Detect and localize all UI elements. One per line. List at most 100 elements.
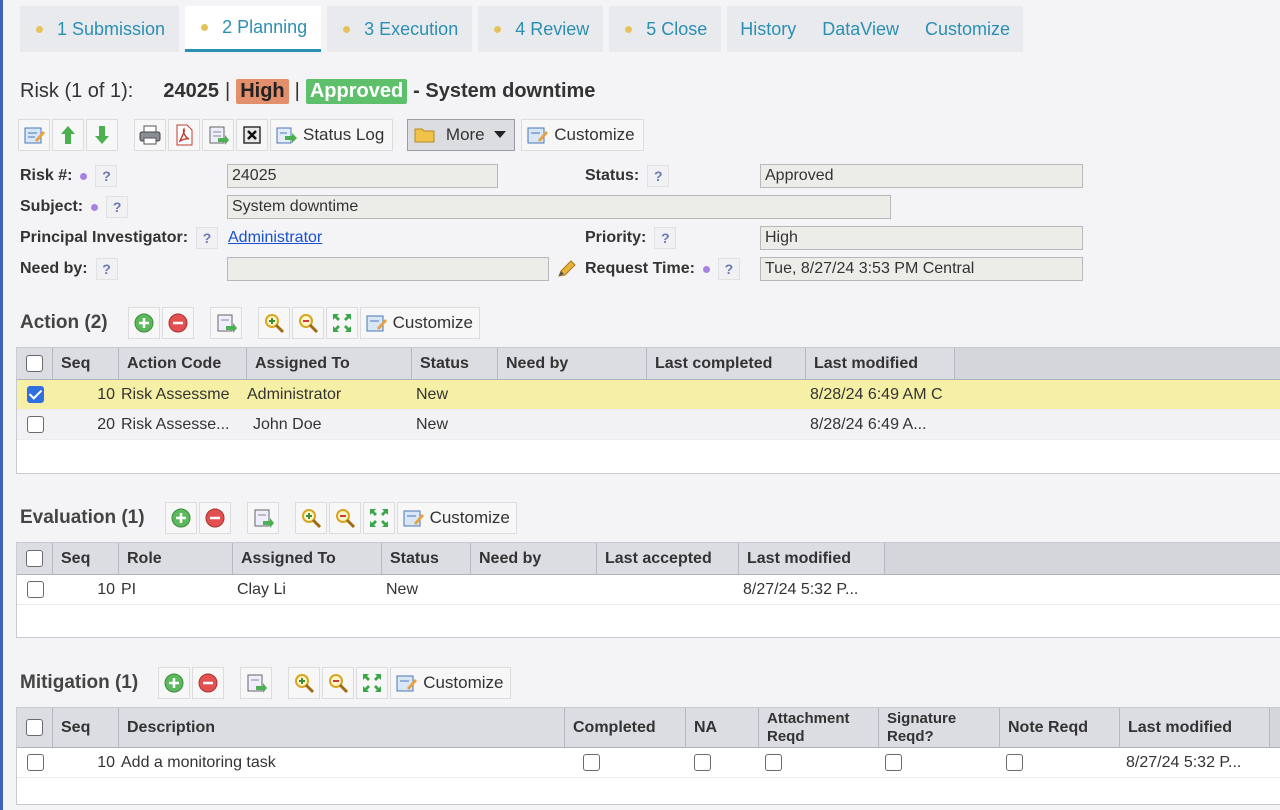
tab-planning[interactable]: 2 Planning	[185, 6, 322, 52]
column-header[interactable]: Action Code	[119, 348, 247, 379]
table-row[interactable]: 20 Risk Assesse... John Doe New 8/28/24 …	[17, 410, 1280, 440]
help-icon[interactable]: ?	[106, 196, 129, 218]
completed-checkbox[interactable]	[583, 754, 600, 771]
help-icon[interactable]: ?	[196, 227, 219, 249]
tab-customize[interactable]: Customize	[912, 6, 1024, 52]
mitigation-customize-button[interactable]: Customize	[390, 667, 511, 699]
column-header[interactable]: Seq	[53, 348, 119, 379]
tab-submission[interactable]: 1 Submission	[20, 6, 180, 52]
tab-execution[interactable]: 3 Execution	[327, 6, 473, 52]
select-all-checkbox[interactable]	[26, 550, 43, 567]
column-header[interactable]: Role	[119, 543, 233, 574]
export-action-button[interactable]	[209, 307, 242, 339]
mitigation-grid: Seq Description Completed NA Attachment R…	[16, 707, 1280, 805]
na-checkbox[interactable]	[694, 754, 711, 771]
help-icon[interactable]: ?	[717, 258, 740, 280]
pdf-button[interactable]	[168, 119, 200, 151]
last-modified-cell: 8/28/24 6:49 A...	[810, 415, 927, 433]
column-header[interactable]: Seq	[53, 543, 119, 574]
column-header[interactable]: Description	[119, 708, 565, 747]
row-checkbox[interactable]	[26, 386, 44, 403]
remove-action-button[interactable]	[161, 307, 194, 339]
zoom-in-button[interactable]	[257, 307, 290, 339]
signature-reqd-checkbox[interactable]	[885, 754, 902, 771]
row-select-cell	[17, 748, 53, 777]
zoom-out-button[interactable]	[291, 307, 324, 339]
table-row[interactable]: 10 Risk Assessme Administrator New 8/28/…	[17, 380, 1280, 410]
table-row[interactable]: 10 PI Clay Li New 8/27/24 5:32 P...	[17, 575, 1280, 605]
move-up-button[interactable]	[52, 119, 84, 151]
tab-history[interactable]: History	[727, 6, 810, 52]
attachment-reqd-checkbox[interactable]	[765, 754, 782, 771]
zoom-out-button[interactable]	[322, 667, 355, 699]
add-mitigation-button[interactable]	[158, 667, 191, 699]
last-accepted-cell	[597, 575, 739, 604]
add-evaluation-button[interactable]	[164, 502, 197, 534]
column-header[interactable]: Signature Reqd?	[879, 708, 1000, 747]
more-dropdown[interactable]: More	[407, 119, 516, 151]
tab-dataview[interactable]: DataView	[809, 6, 912, 52]
column-header[interactable]: Last accepted	[597, 543, 739, 574]
role-cell: PI	[121, 580, 137, 598]
expand-button[interactable]	[325, 307, 358, 339]
date-picker-button[interactable]	[556, 259, 578, 284]
need-by-field[interactable]	[227, 257, 549, 281]
export-button[interactable]	[202, 119, 234, 151]
column-header[interactable]: Last modified	[806, 348, 955, 379]
column-header[interactable]: Assigned To	[247, 348, 412, 379]
select-all-checkbox[interactable]	[26, 355, 43, 372]
column-header[interactable]: Need by	[471, 543, 597, 574]
edit-button[interactable]	[18, 119, 50, 151]
evaluation-section-header: Evaluation (1) Customize	[20, 502, 519, 534]
zoom-in-button[interactable]	[288, 667, 321, 699]
evaluation-customize-button[interactable]: Customize	[396, 502, 517, 534]
move-down-button[interactable]	[86, 119, 118, 151]
column-header[interactable]: Status	[412, 348, 498, 379]
minus-circle-icon	[205, 508, 225, 528]
help-icon[interactable]: ?	[95, 258, 118, 280]
remove-mitigation-button[interactable]	[192, 667, 225, 699]
column-header[interactable]: Attachment Reqd	[759, 708, 879, 747]
status-label: Status:?	[585, 165, 670, 187]
row-checkbox[interactable]	[26, 416, 44, 433]
column-header[interactable]: NA	[686, 708, 759, 747]
column-header[interactable]: Need by	[498, 348, 647, 379]
remove-evaluation-button[interactable]	[198, 502, 231, 534]
row-checkbox[interactable]	[26, 754, 44, 771]
add-action-button[interactable]	[127, 307, 160, 339]
help-icon[interactable]: ?	[647, 165, 670, 187]
tab-dot-icon	[36, 25, 43, 33]
help-icon[interactable]: ?	[95, 165, 118, 187]
zoom-in-button[interactable]	[294, 502, 327, 534]
table-row[interactable]: 10 Add a monitoring task 8/27/24 5:32 P.…	[17, 748, 1280, 778]
customize-button[interactable]: Customize	[521, 119, 644, 151]
column-header[interactable]: Completed	[565, 708, 686, 747]
delete-button[interactable]	[236, 119, 268, 151]
tab-review[interactable]: 4 Review	[478, 6, 604, 52]
expand-button[interactable]	[356, 667, 389, 699]
export-mitigation-button[interactable]	[240, 667, 273, 699]
select-all-checkbox[interactable]	[26, 719, 43, 736]
tab-close[interactable]: 5 Close	[609, 6, 722, 52]
export-evaluation-button[interactable]	[246, 502, 279, 534]
zoom-out-button[interactable]	[328, 502, 361, 534]
column-header[interactable]: Last modified	[739, 543, 885, 574]
label-text: Status:	[585, 167, 640, 184]
action-customize-button[interactable]: Customize	[359, 307, 480, 339]
column-header[interactable]: Last modified	[1120, 708, 1270, 747]
note-reqd-checkbox[interactable]	[1006, 754, 1023, 771]
description-cell: Add a monitoring task	[121, 753, 276, 771]
column-header[interactable]: Last completed	[647, 348, 806, 379]
column-header[interactable]: Assigned To	[233, 543, 382, 574]
row-checkbox[interactable]	[26, 581, 44, 598]
status-badge: Approved	[305, 78, 408, 104]
status-log-button[interactable]: Status Log	[270, 119, 394, 151]
expand-button[interactable]	[362, 502, 395, 534]
pi-link[interactable]: Administrator	[228, 229, 322, 247]
header-filler	[1270, 708, 1280, 747]
print-button[interactable]	[134, 119, 166, 151]
column-header[interactable]: Status	[382, 543, 471, 574]
column-header[interactable]: Note Reqd	[1000, 708, 1120, 747]
help-icon[interactable]: ?	[654, 227, 677, 249]
column-header[interactable]: Seq	[53, 708, 119, 747]
